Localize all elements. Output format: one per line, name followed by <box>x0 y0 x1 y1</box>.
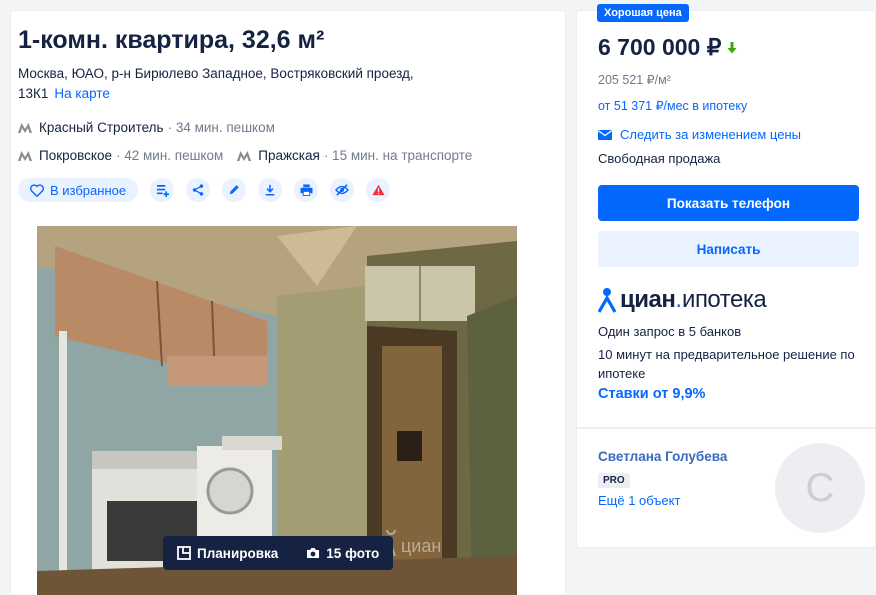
metro-station: Красный Строитель <box>39 120 164 135</box>
action-bar: В избранное <box>18 178 402 202</box>
metro-icon <box>237 150 252 161</box>
metro-icon <box>18 150 32 161</box>
download-button[interactable] <box>258 178 283 202</box>
metro-time: · 42 мин. пешком <box>115 148 224 163</box>
download-icon <box>265 184 275 196</box>
address: Москва, ЮАО, р-н Бирюлево Западное, Вост… <box>18 64 458 104</box>
metro-station: Пражская <box>258 148 320 163</box>
metro-icon <box>18 122 32 133</box>
cian-brand-suffix: ипотека <box>682 286 767 313</box>
metro-item[interactable]: Покровское · 42 мин. пешком <box>18 148 223 163</box>
agent-name[interactable]: Светлана Голубева <box>598 449 727 464</box>
metro-row-2: Покровское · 42 мин. пешком Пражская · 1… <box>18 148 486 163</box>
mortgage-link[interactable]: от 51 371 ₽/мес в ипотеку <box>598 98 747 113</box>
share-button[interactable] <box>186 178 211 202</box>
layout-button[interactable]: Планировка <box>177 546 278 561</box>
mortgage-promo-line-1: Один запрос в 5 банков <box>598 324 742 339</box>
price: 6 700 000 ₽ <box>598 34 737 61</box>
avatar[interactable]: С <box>775 443 865 533</box>
write-button[interactable]: Написать <box>598 231 859 267</box>
price-per-meter: 205 521 ₽/м² <box>598 73 671 87</box>
cian-logo-icon <box>598 288 616 313</box>
good-price-badge: Хорошая цена <box>597 4 689 22</box>
watermark-logo: циан <box>386 530 441 557</box>
warning-icon <box>372 184 385 196</box>
mortgage-rates-link[interactable]: Ставки от 9,9% <box>598 386 705 402</box>
pencil-icon <box>229 185 239 195</box>
print-button[interactable] <box>294 178 319 202</box>
sale-type: Свободная продажа <box>598 151 721 166</box>
note-button[interactable] <box>222 178 247 202</box>
map-link[interactable]: На карте <box>54 86 109 101</box>
printer-icon <box>300 184 313 196</box>
layout-label: Планировка <box>197 545 279 561</box>
cian-mortgage-logo[interactable]: циан. ипотека <box>598 286 767 314</box>
svg-text:циан: циан <box>401 536 441 556</box>
hide-button[interactable] <box>330 178 355 202</box>
metro-item[interactable]: Пражская · 15 мин. на транспорте <box>237 148 472 163</box>
follow-price-link[interactable]: Следить за изменением цены <box>598 127 801 142</box>
photo-controls: Планировка 15 фото <box>163 536 394 570</box>
metro-time: · 15 мин. на транспорте <box>323 148 473 163</box>
photos-label: 15 фото <box>326 545 380 561</box>
mortgage-promo-line-2: 10 минут на предварительное решение по и… <box>598 347 855 381</box>
metro-item[interactable]: Красный Строитель · 34 мин. пешком <box>18 120 275 135</box>
favorite-button[interactable]: В избранное <box>18 178 139 202</box>
report-button[interactable] <box>366 178 391 202</box>
compare-button[interactable] <box>150 178 175 202</box>
pro-badge: PRO <box>598 473 630 488</box>
listing-title: 1-комн. квартира, 32,6 м² <box>18 26 325 54</box>
floor-plan-icon <box>177 546 191 560</box>
heart-icon <box>30 183 44 197</box>
share-icon <box>192 184 204 196</box>
metro-time: · 34 мин. пешком <box>167 120 275 135</box>
metro-station: Покровское <box>39 148 112 163</box>
cian-brand: циан <box>620 286 676 313</box>
compare-list-icon <box>156 184 169 197</box>
follow-label: Следить за изменением цены <box>620 127 801 142</box>
camera-icon <box>307 548 320 558</box>
metro-row-1: Красный Строитель · 34 мин. пешком <box>18 120 289 135</box>
agent-objects-link[interactable]: Ещё 1 объект <box>598 493 680 508</box>
price-value: 6 700 000 ₽ <box>598 34 722 60</box>
show-phone-button[interactable]: Показать телефон <box>598 185 859 221</box>
price-down-arrow-icon <box>727 41 737 53</box>
envelope-icon <box>598 129 612 140</box>
photos-button[interactable]: 15 фото <box>306 546 379 561</box>
eye-off-icon <box>335 184 350 196</box>
favorite-label: В избранное <box>50 182 127 198</box>
